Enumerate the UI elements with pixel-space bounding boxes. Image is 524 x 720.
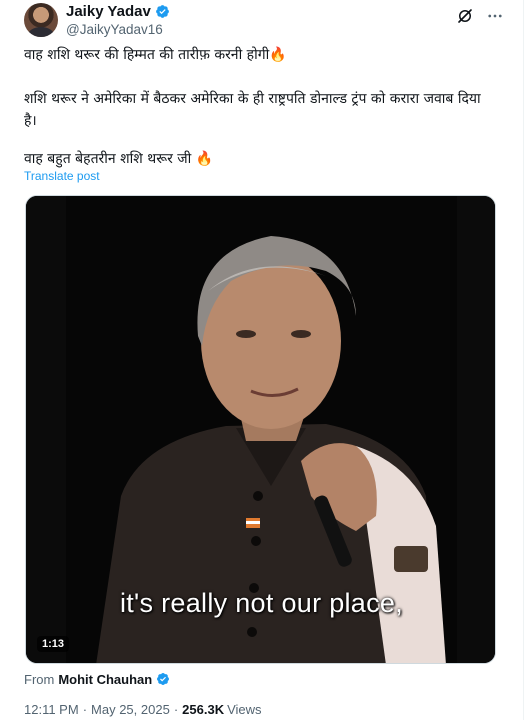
meta-separator: · (173, 702, 179, 717)
source-label: From (24, 672, 55, 687)
verified-badge-icon (155, 4, 170, 19)
author-name-row: Jaiky Yadav (66, 3, 170, 20)
tweet-actions-top (455, 6, 505, 26)
author-handle[interactable]: @JaikyYadav16 (66, 22, 163, 37)
tweet-date[interactable]: May 25, 2025 (91, 702, 170, 717)
video-caption: it's really not our place, (119, 588, 404, 618)
tweet-time[interactable]: 12:11 PM (24, 702, 79, 717)
tweet-line-2: शशि थरूर ने अमेरिका में बैठकर अमेरिका के… (24, 91, 481, 129)
video-source-row: From Mohit Chauhan (24, 672, 171, 687)
video-duration-badge: 1:13 (37, 636, 70, 652)
fire-emoji: 🔥 (269, 47, 287, 63)
author-avatar[interactable] (24, 3, 58, 37)
tweet-meta-row: 12:11 PM · May 25, 2025 · 256.3K Views (24, 702, 262, 717)
grok-icon[interactable] (455, 6, 475, 26)
video-player[interactable]: it's really not our place, 1:13 (25, 195, 496, 664)
views-label: Views (227, 702, 262, 717)
views-count: 256.3K (182, 702, 225, 717)
author-display-name[interactable]: Jaiky Yadav (66, 3, 151, 20)
source-name[interactable]: Mohit Chauhan (58, 672, 152, 687)
avatar-shoulders (28, 27, 54, 37)
tweet-line-1: वाह शशि थरूर की हिम्मत की तारीफ़ करनी हो… (24, 44, 287, 66)
more-icon[interactable] (485, 6, 505, 26)
meta-separator: · (82, 702, 88, 717)
translate-post-link[interactable]: Translate post (24, 169, 100, 183)
verified-badge-icon (156, 672, 171, 687)
tweet-line-3-text: वाह बहुत बेहतरीन शशि थरूर जी (24, 151, 196, 167)
tweet-line-3: वाह बहुत बेहतरीन शशि थरूर जी 🔥 (24, 148, 213, 170)
fire-emoji: 🔥 (195, 151, 214, 167)
tweet-line-1-text: वाह शशि थरूर की हिम्मत की तारीफ़ करनी हो… (24, 47, 270, 63)
tweet-card: Jaiky Yadav @JaikyYadav16 वाह शशि थरूर क… (0, 0, 524, 720)
